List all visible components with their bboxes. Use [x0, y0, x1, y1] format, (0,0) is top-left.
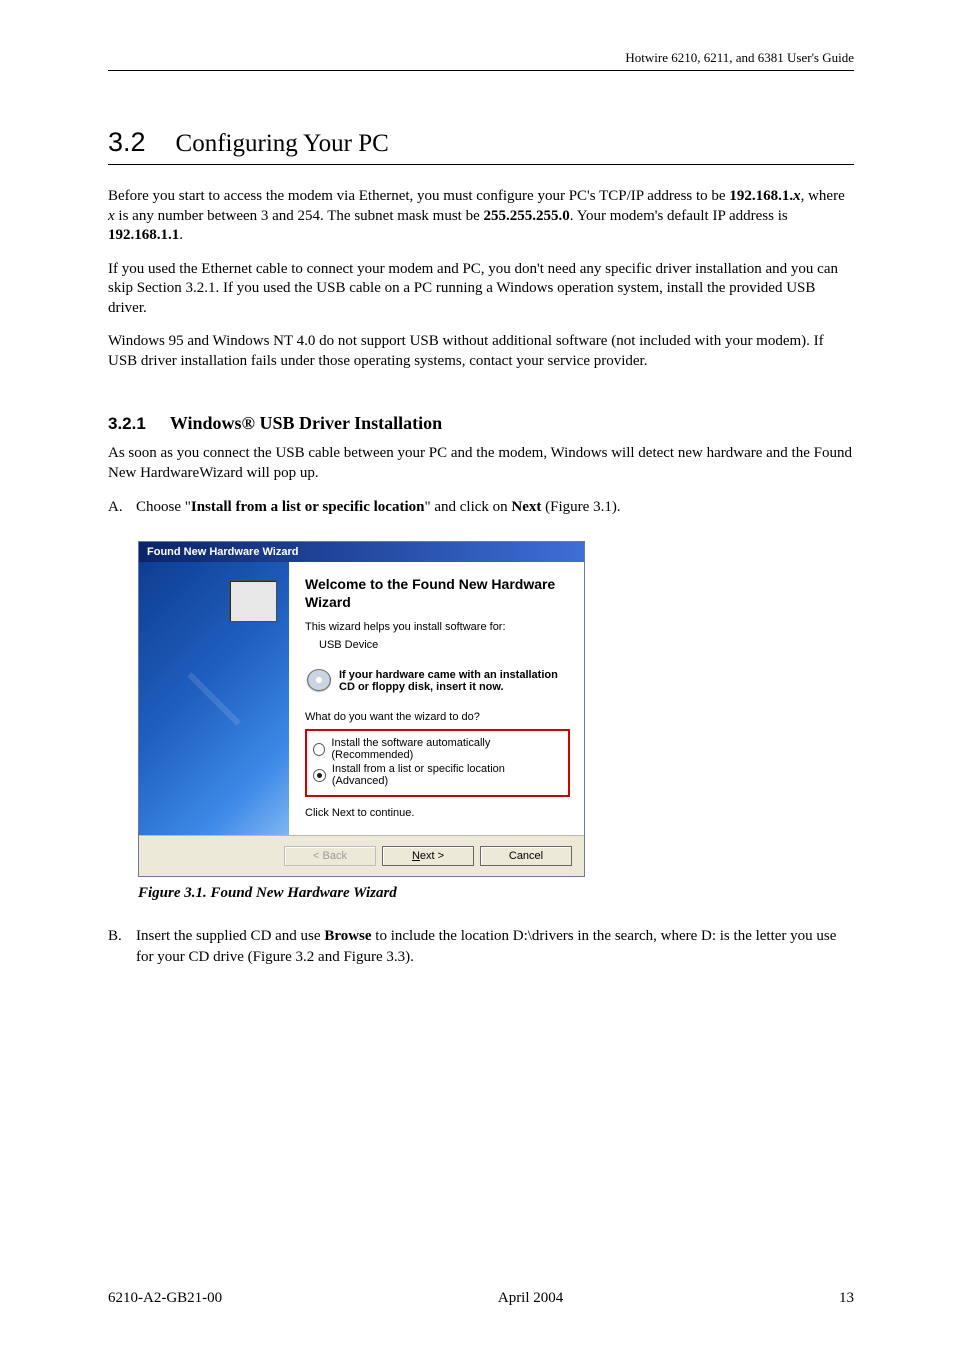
subsection-heading: 3.2.1 Windows® USB Driver Installation	[108, 413, 854, 434]
figure-caption-3-1: Figure 3.1. Found New Hardware Wizard	[138, 885, 854, 902]
paragraph-1: Before you start to access the modem via…	[108, 187, 854, 246]
wizard-option-auto-label: Install the software automatically (Reco…	[331, 737, 562, 761]
section-title: Configuring Your PC	[176, 130, 389, 158]
text: . Your modem's default IP address is	[570, 208, 788, 224]
wizard-button-row: < Back Next > Cancel	[139, 835, 584, 876]
wizard-body: Welcome to the Found New Hardware Wizard…	[139, 562, 584, 835]
wizard-device-icon	[229, 580, 277, 622]
text: Choose "	[136, 499, 191, 515]
step-a: A. Choose "Install from a list or specif…	[108, 497, 854, 517]
text: Insert the supplied CD and use	[136, 928, 324, 944]
wizard-helps-text: This wizard helps you install software f…	[305, 621, 570, 633]
text: " and click on	[424, 499, 511, 515]
back-button: < Back	[284, 846, 376, 866]
text-bold: Browse	[324, 928, 371, 944]
wizard-sidebar-accent	[187, 672, 241, 726]
text-bold: 255.255.255.0	[484, 208, 570, 224]
subsection-title: Windows® USB Driver Installation	[170, 413, 442, 434]
running-header: Hotwire 6210, 6211, and 6381 User's Guid…	[108, 50, 854, 71]
paragraph-4: As soon as you connect the USB cable bet…	[108, 444, 854, 483]
text: ext >	[420, 850, 444, 862]
wizard-option-auto[interactable]: Install the software automatically (Reco…	[313, 737, 562, 761]
text-italic: x	[108, 208, 115, 224]
wizard-prompt: What do you want the wizard to do?	[305, 711, 570, 723]
footer-doc-id: 6210-A2-GB21-00	[108, 1290, 222, 1307]
wizard-option-advanced-label: Install from a list or specific location…	[332, 763, 562, 787]
wizard-sidebar-graphic	[139, 562, 289, 835]
wizard-content: Welcome to the Found New Hardware Wizard…	[289, 562, 584, 835]
paragraph-2: If you used the Ethernet cable to connec…	[108, 260, 854, 319]
wizard-device-name: USB Device	[319, 639, 570, 651]
page-footer: 6210-A2-GB21-00 April 2004 13	[108, 1290, 854, 1307]
step-b-text: Insert the supplied CD and use Browse to…	[136, 926, 854, 967]
radio-unselected-icon	[313, 743, 325, 756]
cancel-button[interactable]: Cancel	[480, 846, 572, 866]
list-marker: A.	[108, 497, 136, 517]
paragraph-3: Windows 95 and Windows NT 4.0 do not sup…	[108, 332, 854, 371]
text: is any number between 3 and 254. The sub…	[115, 208, 484, 224]
wizard-hint-text: If your hardware came with an installati…	[339, 669, 570, 693]
cd-icon	[307, 669, 331, 691]
text-underline: N	[412, 850, 420, 862]
wizard-options-highlight: Install the software automatically (Reco…	[305, 729, 570, 797]
section-number: 3.2	[108, 127, 146, 158]
text-bold-italic: x	[793, 188, 801, 204]
footer-page-number: 13	[839, 1290, 854, 1307]
subsection-number: 3.2.1	[108, 414, 146, 434]
figure-3-1: Found New Hardware Wizard Welcome to the…	[138, 541, 854, 877]
wizard-continue-text: Click Next to continue.	[305, 807, 570, 819]
step-a-text: Choose "Install from a list or specific …	[136, 497, 621, 517]
text-bold: Next	[511, 499, 541, 515]
footer-date: April 2004	[498, 1290, 563, 1307]
section-heading: 3.2 Configuring Your PC	[108, 127, 854, 165]
text: , where	[801, 188, 845, 204]
radio-selected-icon	[313, 769, 326, 782]
wizard-option-advanced[interactable]: Install from a list or specific location…	[313, 763, 562, 787]
text: Before you start to access the modem via…	[108, 188, 729, 204]
page: Hotwire 6210, 6211, and 6381 User's Guid…	[0, 0, 954, 1351]
next-button[interactable]: Next >	[382, 846, 474, 866]
step-b: B. Insert the supplied CD and use Browse…	[108, 926, 854, 967]
text-bold: 192.168.1.	[729, 188, 793, 204]
text-bold: Install from a list or specific location	[191, 499, 425, 515]
text: .	[179, 227, 183, 243]
wizard-cd-hint: If your hardware came with an installati…	[307, 669, 570, 693]
wizard-heading: Welcome to the Found New Hardware Wizard	[305, 576, 570, 611]
wizard-titlebar: Found New Hardware Wizard	[139, 542, 584, 562]
list-marker: B.	[108, 926, 136, 967]
text: (Figure 3.1).	[541, 499, 620, 515]
hardware-wizard-dialog: Found New Hardware Wizard Welcome to the…	[138, 541, 585, 877]
text-bold: 192.168.1.1	[108, 227, 179, 243]
